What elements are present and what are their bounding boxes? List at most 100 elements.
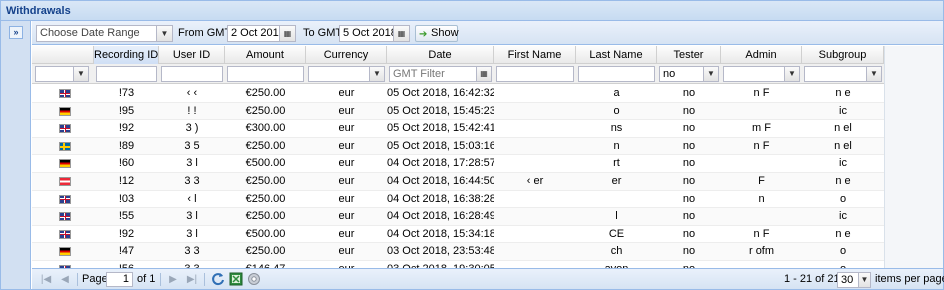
flag-uk-icon	[59, 89, 71, 98]
col-header-first-name[interactable]: First Name	[494, 46, 576, 64]
col-header-flag[interactable]	[32, 46, 94, 64]
amount-filter[interactable]	[227, 66, 304, 82]
chevron-down-icon[interactable]: ▼	[156, 26, 172, 41]
cell-recording-id: !56	[94, 261, 159, 268]
cell-last-name: l	[615, 210, 618, 223]
col-header-currency[interactable]: Currency	[306, 46, 387, 64]
table-row[interactable]: !92 3 l €500.00 eur 04 Oct 2018, 15:34:18 CE n…	[32, 226, 884, 244]
show-button[interactable]: ➔ Show	[415, 25, 459, 42]
table-row[interactable]: !95 ! ! €250.00 eur 05 Oct 2018, 15:45:23 o no…	[32, 102, 884, 121]
cell-tester: no	[682, 122, 696, 135]
cell-user-id: 3 l	[186, 157, 198, 170]
calendar-icon[interactable]: ▦	[393, 26, 409, 41]
admin-filter[interactable]: ▼	[723, 66, 800, 82]
separator	[77, 273, 78, 286]
cell-currency: eur	[338, 122, 355, 135]
last-name-filter[interactable]	[578, 66, 655, 82]
table-row[interactable]: !563 3€146.47eur03 Oct 2018, 19:30:05 ayo…	[32, 261, 884, 268]
cell-admin	[721, 155, 802, 172]
chevron-down-icon[interactable]: ▼	[858, 273, 870, 287]
date-filter[interactable]: GMT Filter ▦	[389, 66, 492, 82]
col-header-last-name[interactable]: Last Name	[576, 46, 657, 64]
table-row[interactable]: !47 3 3 €250.00 eur 03 Oct 2018, 23:53:48 ch n…	[32, 243, 884, 261]
flag-at-icon	[59, 176, 71, 186]
cell-admin: n F	[753, 139, 770, 152]
cell-currency: eur	[338, 104, 355, 117]
chevron-down-icon[interactable]: ▼	[784, 67, 799, 81]
cell-recording-id: !89	[118, 139, 135, 152]
cell-date: 04 Oct 2018, 16:28:49	[387, 210, 494, 223]
flag-filter[interactable]: ▼	[35, 66, 89, 82]
user-id-filter[interactable]	[161, 66, 223, 82]
col-header-date[interactable]: Date	[387, 46, 494, 64]
from-date-field[interactable]: 2 Oct 2018 ▦	[227, 25, 296, 42]
table-row[interactable]: !03 ‹ l €250.00 eur 04 Oct 2018, 16:38:28 no n…	[32, 191, 884, 209]
cell-recording-id: !12	[118, 174, 135, 187]
side-collapse-bar: »	[1, 21, 31, 289]
cell-amount: €500.00	[245, 227, 286, 240]
col-header-admin[interactable]: Admin	[721, 46, 802, 64]
subgroup-filter[interactable]: ▼	[804, 66, 882, 82]
first-name-filter[interactable]	[496, 66, 574, 82]
cell-user-id: 3 l	[186, 210, 198, 223]
cell-currency: eur	[338, 139, 355, 152]
cell-tester: no	[657, 261, 721, 268]
cell-date: 04 Oct 2018, 16:44:50	[387, 174, 494, 187]
cell-subgroup: n e	[835, 227, 851, 240]
prev-page-icon[interactable]: ◀	[57, 272, 73, 287]
cell-last-name: a	[613, 87, 620, 99]
table-row[interactable]: !92 3 ) €300.00 eur 05 Oct 2018, 15:42:41 ns n…	[32, 120, 884, 138]
calendar-icon[interactable]: ▦	[476, 67, 491, 81]
currency-filter[interactable]: ▼	[308, 66, 385, 82]
col-header-subgroup[interactable]: Subgroup	[802, 46, 884, 64]
next-page-icon[interactable]: ▶	[165, 272, 181, 287]
table-row[interactable]: !60 3 l €500.00 eur 04 Oct 2018, 17:28:57 rt n…	[32, 155, 884, 173]
chevron-down-icon[interactable]: ▼	[369, 67, 384, 81]
to-label: To GMT:	[303, 27, 344, 39]
export-excel-icon[interactable]	[229, 272, 243, 286]
cell-date: 03 Oct 2018, 19:30:05	[387, 261, 494, 268]
flag-de-icon	[59, 159, 71, 169]
col-header-recording-id[interactable]: Recording ID ▼	[94, 46, 159, 64]
refresh-icon[interactable]	[211, 272, 225, 286]
flag-uk-icon	[59, 124, 71, 134]
cell-tester: no	[682, 87, 696, 99]
separator	[204, 273, 205, 286]
settings-icon[interactable]	[247, 272, 261, 286]
cell-currency: eur	[338, 210, 355, 223]
last-page-icon[interactable]: ▶|	[184, 272, 200, 287]
col-header-amount[interactable]: Amount	[225, 46, 306, 64]
cell-user-id: ‹ ‹	[186, 87, 198, 99]
expand-icon[interactable]: »	[9, 26, 23, 39]
date-range-select[interactable]: Choose Date Range ▼	[36, 25, 173, 42]
cell-tester: no	[682, 174, 696, 187]
cell-user-id: 3 3	[184, 174, 200, 187]
cell-recording-id: !60	[118, 157, 135, 170]
table-row[interactable]: !73 ‹ ‹ €250.00 eur 05 Oct 2018, 16:42:32 a no…	[32, 85, 884, 103]
cell-amount: €146.47	[225, 261, 306, 268]
chevron-down-icon[interactable]: ▼	[866, 67, 881, 81]
cell-user-id: ‹ l	[187, 192, 197, 205]
cell-last-name: CE	[608, 227, 625, 240]
calendar-icon[interactable]: ▦	[279, 26, 295, 41]
table-row[interactable]: !89 3 5 €250.00 eur 05 Oct 2018, 15:03:16 n no…	[32, 137, 884, 156]
cell-admin	[721, 103, 802, 120]
from-date-value: 2 Oct 2018	[231, 27, 285, 39]
recording-id-filter[interactable]	[96, 66, 157, 82]
chevron-down-icon[interactable]: ▼	[703, 67, 718, 81]
cell-subgroup: o	[839, 192, 847, 205]
page-label: Page	[82, 273, 108, 285]
table-row[interactable]: !55 3 l €250.00 eur 04 Oct 2018, 16:28:49 l no…	[32, 208, 884, 226]
page-number-input[interactable]: 1	[106, 272, 133, 287]
cell-tester: no	[682, 210, 696, 223]
tester-filter[interactable]: no ▼	[659, 66, 719, 82]
page-size-select[interactable]: 30 ▼	[837, 272, 871, 288]
chevron-down-icon[interactable]: ▼	[73, 67, 88, 81]
to-date-field[interactable]: 5 Oct 2018 ▦	[339, 25, 410, 42]
col-header-tester[interactable]: Tester	[657, 46, 721, 64]
filter-toolbar: Choose Date Range ▼ From GMT: 2 Oct 2018…	[32, 21, 943, 45]
cell-last-name: n	[613, 139, 620, 152]
first-page-icon[interactable]: |◀	[38, 272, 54, 287]
col-header-user-id[interactable]: User ID	[159, 46, 225, 64]
table-row[interactable]: !12 3 3 €250.00 eur 04 Oct 2018, 16:44:50 ‹ e…	[32, 172, 884, 191]
